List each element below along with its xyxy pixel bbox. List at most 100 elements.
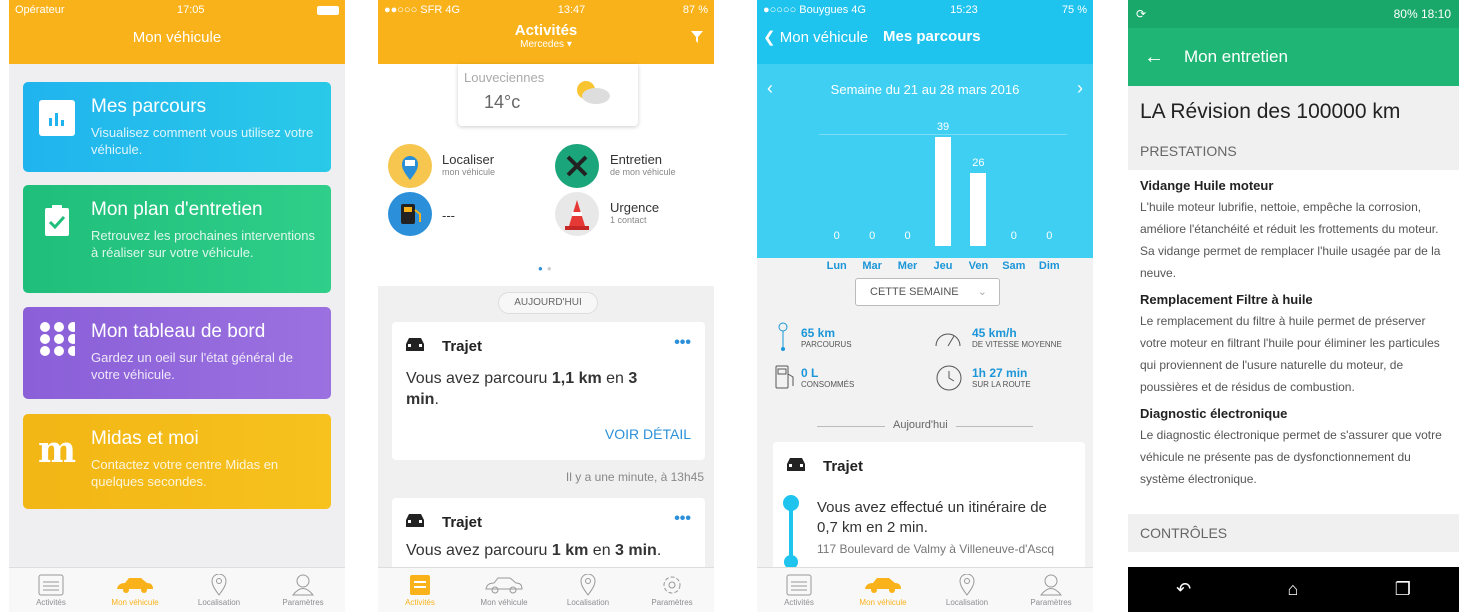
dashboard-panel: Louveciennes 14°c Localiser mon véhicule … <box>378 64 714 286</box>
tab-parametres[interactable]: Paramètres <box>261 568 345 612</box>
week-selector[interactable]: CETTE SEMAINE ⌄ <box>855 278 1000 306</box>
back-button[interactable]: ❮ Mon véhicule <box>763 28 868 46</box>
action-entretien[interactable]: Entretien de mon véhicule <box>610 152 676 177</box>
back-arrow-icon[interactable]: ← <box>1144 46 1164 69</box>
card-plan-entretien[interactable]: Mon plan d'entretien Retrouvez les proch… <box>23 185 331 293</box>
clock: 13:47 <box>557 4 586 16</box>
back-nav-icon[interactable]: ↶ <box>1176 579 1191 600</box>
bar-plot: 0 0 0 39 26 0 0 <box>819 121 1067 246</box>
view-detail-link[interactable]: VOIR DÉTAIL <box>605 426 691 442</box>
trip-timestamp: Il y a une minute, à 13h45 <box>565 470 704 484</box>
recents-nav-icon[interactable]: ❐ <box>1395 579 1411 600</box>
next-week-icon[interactable]: › <box>1077 78 1083 99</box>
tab-localisation[interactable]: Localisation <box>177 568 261 612</box>
section-prestations: PRESTATIONS <box>1128 132 1459 170</box>
list-icon <box>757 572 841 598</box>
stat-distance: 65 km PARCOURUS <box>801 326 852 349</box>
tab-mon-vehicule[interactable]: Mon véhicule <box>462 568 546 612</box>
nav-header: Opérateur 17:05 Mon véhicule <box>9 0 345 64</box>
clock: 18:10 <box>1420 7 1451 21</box>
bar-value-label: 0 <box>904 230 911 242</box>
chart-area: ‹ Semaine du 21 au 28 mars 2016 › 0 0 0 39 2… <box>757 64 1093 258</box>
phone-activites: ●●○○○ SFR 4G 13:47 87 % Activités Mercedes… <box>378 0 714 612</box>
midas-logo-icon: m <box>37 429 77 471</box>
tab-activites[interactable]: Activités <box>757 568 841 612</box>
bar-value-label: 0 <box>1010 230 1017 242</box>
tab-activites[interactable]: Activités <box>9 568 93 612</box>
carrier: ●●○○○ SFR 4G <box>384 4 461 16</box>
day-tick-label: Jeu <box>933 260 953 272</box>
today-label: Aujourd'hui <box>885 419 956 431</box>
chart-bar <box>935 136 951 246</box>
trip-card-2[interactable]: Trajet ••• Vous avez parcouru 1 km en 3 … <box>392 498 705 578</box>
car-icon <box>93 572 177 598</box>
nav-header: ●●○○○ SFR 4G 13:47 87 % Activités Mercedes… <box>378 0 714 64</box>
card-subtitle: Visualisez comment vous utilisez votre v… <box>91 125 314 157</box>
clipboard-check-icon <box>39 203 75 239</box>
traffic-cone-icon[interactable] <box>555 192 599 236</box>
battery-icon <box>317 5 339 15</box>
tab-bar: Activités Mon véhicule Localisation Para… <box>9 567 345 612</box>
card-midas-et-moi[interactable]: m Midas et moi Contactez votre centre Mi… <box>23 414 331 509</box>
vehicle-selector[interactable]: Mercedes ▾ <box>378 39 714 50</box>
tab-mon-vehicule[interactable]: Mon véhicule <box>93 568 177 612</box>
tab-localisation[interactable]: Localisation <box>925 568 1009 612</box>
trip-card[interactable]: Trajet Vous avez effectué un itinéraire … <box>773 442 1085 582</box>
tab-activites[interactable]: Activités <box>378 568 462 612</box>
stat-speed: 45 km/h DE VITESSE MOYENNE <box>972 326 1062 349</box>
card-tableau-de-bord[interactable]: Mon tableau de bord Gardez un oeil sur l… <box>23 307 331 399</box>
week-label: Semaine du 21 au 28 mars 2016 <box>830 82 1020 97</box>
day-tick-label: Sam <box>1002 260 1026 272</box>
action-fuel[interactable]: --- <box>442 208 455 223</box>
tab-parametres[interactable]: Paramètres <box>1009 568 1093 612</box>
phone-mon-vehicule: Opérateur 17:05 Mon véhicule Mes parcours… <box>9 0 345 612</box>
battery: 75 % <box>1061 4 1087 16</box>
card-mes-parcours[interactable]: Mes parcours Visualisez comment vous uti… <box>23 82 331 172</box>
trip-address: 117 Boulevard de Valmy à Villeneuve-d'As… <box>817 542 1055 556</box>
day-tick-label: Dim <box>1038 260 1060 272</box>
distance-icon <box>777 322 789 357</box>
section-controles: CONTRÔLES <box>1128 514 1459 552</box>
fuel-icon <box>775 364 795 395</box>
location-pin-icon <box>177 572 261 598</box>
fuel-pump-icon[interactable] <box>388 192 432 236</box>
day-tick-label: Mar <box>862 260 882 272</box>
trip-title: Trajet <box>823 458 864 475</box>
filter-icon[interactable] <box>690 30 704 49</box>
tab-parametres[interactable]: Paramètres <box>630 568 714 612</box>
location-pin-icon <box>925 572 1009 598</box>
weather-temp: 14°c <box>484 92 521 112</box>
bar-value-label: 0 <box>833 230 840 242</box>
more-button[interactable]: ••• <box>674 334 691 352</box>
carrier: Opérateur <box>15 4 65 16</box>
app-bar: ← Mon entretien <box>1128 28 1459 86</box>
prestation-item: Diagnostic électronique Le diagnostic éle… <box>1140 406 1442 486</box>
trip-card-1[interactable]: Trajet ••• Vous avez parcouru 1,1 km en … <box>392 322 705 460</box>
tab-mon-vehicule[interactable]: Mon véhicule <box>841 568 925 612</box>
weather-card: Louveciennes 14°c <box>458 64 638 126</box>
prestation-item: Remplacement Filtre à huile Le remplaceme… <box>1140 292 1440 394</box>
status-bar: ⟳ 80% 18:10 <box>1128 0 1459 28</box>
action-urgence[interactable]: Urgence 1 contact <box>610 200 659 225</box>
weather-city: Louveciennes <box>464 70 545 85</box>
card-title: Midas et moi <box>91 428 199 449</box>
user-icon <box>1009 572 1093 598</box>
carrier: ●○○○○ Bouygues 4G <box>763 4 866 16</box>
car-icon <box>404 336 426 359</box>
bar-value-label: 0 <box>1046 230 1053 242</box>
clock-icon <box>935 364 963 397</box>
android-nav-bar: ↶ ⌂ ❐ <box>1128 567 1459 612</box>
sync-icon: ⟳ <box>1136 7 1147 21</box>
trip-summary: Vous avez parcouru 1 km en 3 min. <box>406 542 662 559</box>
tab-localisation[interactable]: Localisation <box>546 568 630 612</box>
locate-icon[interactable] <box>388 144 432 188</box>
wrench-icon[interactable] <box>555 144 599 188</box>
car-icon <box>404 512 426 535</box>
car-icon <box>462 572 546 598</box>
prestation-item: Vidange Huile moteur L'huile moteur lubri… <box>1140 178 1441 280</box>
home-nav-icon[interactable]: ⌂ <box>1288 579 1299 600</box>
more-button[interactable]: ••• <box>674 510 691 528</box>
action-localiser[interactable]: Localiser mon véhicule <box>442 152 495 177</box>
bar-value-label: 0 <box>869 230 876 242</box>
battery: 87 % <box>682 4 708 16</box>
